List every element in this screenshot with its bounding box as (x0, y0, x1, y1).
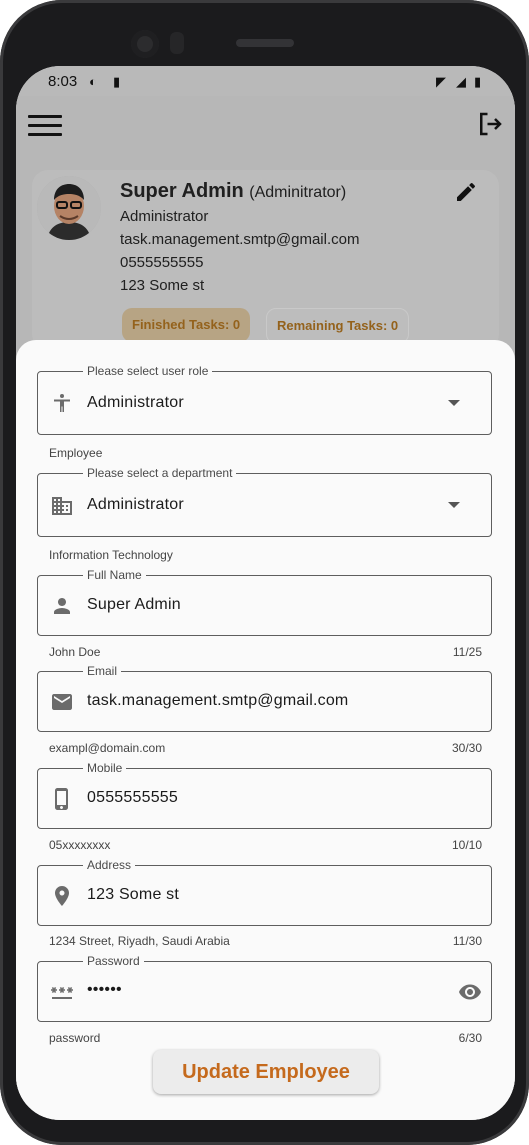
screen: 8:03 ◐ ▮ ◤ ◢ ▮ Super Admin (Adminitrator… (16, 66, 515, 1120)
person-icon (54, 598, 70, 614)
email-helper: exampl@domain.com (49, 741, 166, 755)
avatar-icon (37, 176, 101, 240)
user-role-label: Please select user role (83, 364, 213, 378)
email-field[interactable]: Email task.management.smtp@gmail.com (37, 664, 492, 732)
phone-frame: 8:03 ◐ ▮ ◤ ◢ ▮ Super Admin (Adminitrator… (0, 0, 529, 1145)
profile-name-text: Super Admin (120, 180, 244, 202)
department-helper: Information Technology (49, 548, 173, 562)
eye-icon[interactable] (458, 980, 482, 1004)
profile-role: Administrator (120, 208, 209, 225)
profile-name: Super Admin (Adminitrator) (120, 180, 346, 203)
full-name-label: Full Name (83, 568, 146, 582)
mail-icon (52, 694, 72, 710)
finished-tasks-chip[interactable]: Finished Tasks: 0 (122, 308, 251, 342)
status-time: 8:03 (48, 73, 78, 90)
remaining-tasks-chip[interactable]: Remaining Tasks: 0 (266, 308, 410, 344)
password-value: •••••• (87, 981, 122, 998)
status-bar: 8:03 ◐ ▮ ◤ ◢ ▮ (16, 66, 515, 96)
accessibility-icon (54, 394, 70, 412)
sd-card-icon: ▮ (113, 74, 121, 89)
user-role-helper: Employee (49, 446, 103, 460)
front-sensor (170, 32, 184, 54)
full-name-field[interactable]: Full Name Super Admin (37, 568, 492, 636)
update-employee-button[interactable]: Update Employee (153, 1050, 379, 1094)
address-field[interactable]: Address 123 Some st (37, 858, 492, 926)
profile-phone: 0555555555 (120, 254, 204, 271)
mobile-field[interactable]: Mobile 0555555555 (37, 761, 492, 829)
mobile-helper: 05xxxxxxxx (49, 838, 111, 852)
profile-email: task.management.smtp@gmail.com (120, 231, 360, 248)
profile-role-paren: (Adminitrator) (249, 184, 347, 201)
full-name-counter: 11/25 (452, 645, 482, 659)
address-counter: 11/30 (452, 934, 482, 948)
chevron-down-icon[interactable] (448, 502, 460, 508)
front-camera (131, 30, 159, 58)
department-value: Administrator (87, 496, 184, 513)
wifi-icon: ◤ (436, 74, 446, 89)
department-label: Please select a department (83, 466, 237, 480)
email-label: Email (83, 664, 122, 678)
earpiece-speaker (236, 39, 294, 47)
user-role-select[interactable]: Please select user role Administrator (37, 364, 492, 435)
password-counter: 6/30 (458, 1031, 482, 1045)
address-value: 123 Some st (87, 886, 180, 903)
phone-icon (55, 788, 68, 810)
logout-icon[interactable] (475, 109, 505, 139)
building-icon (52, 497, 72, 515)
menu-button[interactable] (28, 112, 62, 138)
department-select[interactable]: Please select a department Administrator (37, 466, 492, 537)
location-pin-icon (55, 886, 69, 906)
battery-icon: ▮ (474, 74, 482, 89)
avatar (37, 176, 101, 240)
edit-icon[interactable] (454, 180, 478, 204)
mobile-label: Mobile (83, 761, 127, 775)
mobile-counter: 10/10 (451, 838, 482, 852)
email-value: task.management.smtp@gmail.com (87, 692, 349, 709)
password-label: Password (83, 954, 144, 968)
chevron-down-icon[interactable] (448, 400, 460, 406)
password-icon (51, 987, 73, 999)
address-label: Address (83, 858, 136, 872)
mobile-value: 0555555555 (87, 789, 178, 806)
full-name-helper: John Doe (49, 645, 101, 659)
email-counter: 30/30 (451, 741, 482, 755)
profile-address: 123 Some st (120, 277, 205, 294)
edit-employee-sheet: Please select user role Administrator Em… (16, 340, 515, 1120)
address-helper: 1234 Street, Riyadh, Saudi Arabia (49, 934, 230, 948)
notification-icon: ◐ (89, 74, 97, 89)
password-helper: password (49, 1031, 101, 1045)
user-role-value: Administrator (87, 394, 184, 411)
password-field[interactable]: Password •••••• (37, 954, 492, 1022)
signal-icon: ◢ (456, 74, 466, 89)
full-name-value: Super Admin (87, 596, 181, 613)
